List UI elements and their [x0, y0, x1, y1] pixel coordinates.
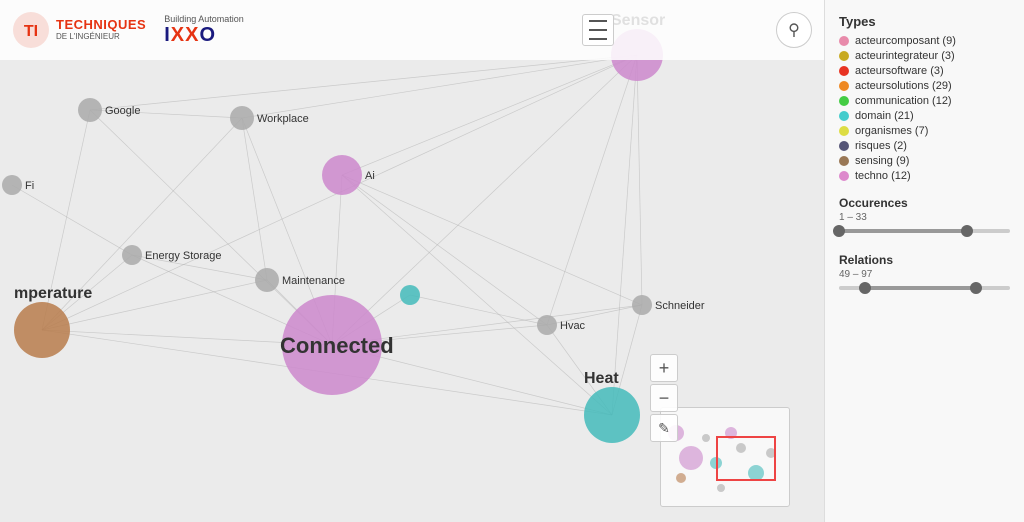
minimap-viewport — [716, 436, 776, 481]
type-dot — [839, 96, 849, 106]
relations-slider-track[interactable] — [839, 286, 1010, 290]
graph-area[interactable]: TI TECHNIQUES DE L'INGÉNIEUR Building Au… — [0, 0, 824, 522]
type-dot — [839, 156, 849, 166]
relations-slider-thumb-right[interactable] — [970, 282, 982, 294]
svg-text:Maintenance: Maintenance — [282, 275, 345, 287]
header: TI TECHNIQUES DE L'INGÉNIEUR Building Au… — [0, 0, 824, 60]
logo-ixxo: Building Automation IXXO — [164, 14, 244, 47]
ixxo-subtitle: Building Automation — [164, 14, 244, 24]
type-dot — [839, 111, 849, 121]
occurences-range: 1 – 33 — [839, 212, 1010, 223]
hamburger-icon — [589, 38, 607, 40]
relations-slider-thumb-left[interactable] — [859, 282, 871, 294]
type-dot — [839, 126, 849, 136]
type-name: acteursoftware (3) — [855, 65, 944, 77]
type-name: risques (2) — [855, 140, 907, 152]
occurences-slider-thumb-left[interactable] — [833, 225, 845, 237]
relations-range: 49 – 97 — [839, 269, 1010, 280]
types-section: Types acteurcomposant (9) acteurintegrate… — [839, 14, 1010, 182]
occurences-title: Occurences — [839, 196, 1010, 210]
types-title: Types — [839, 14, 1010, 29]
relations-section: Relations 49 – 97 — [839, 253, 1010, 296]
minimap — [660, 407, 790, 507]
svg-text:mperature: mperature — [14, 285, 92, 302]
search-button[interactable]: ⚲ — [776, 12, 812, 48]
ixxo-title: IXXO — [164, 24, 216, 47]
ti-subtitle: DE L'INGÉNIEUR — [56, 33, 146, 42]
ti-name: TECHNIQUES — [56, 18, 146, 32]
search-icon: ⚲ — [788, 20, 800, 40]
type-item[interactable]: acteurintegrateur (3) — [839, 50, 1010, 62]
zoom-in-button[interactable]: + — [650, 354, 678, 382]
svg-text:Ai: Ai — [365, 170, 375, 182]
svg-text:Fi: Fi — [25, 180, 34, 192]
svg-text:Schneider: Schneider — [655, 300, 705, 312]
type-name: acteursolutions (29) — [855, 80, 952, 92]
menu-button[interactable] — [582, 14, 614, 46]
type-item[interactable]: acteursoftware (3) — [839, 65, 1010, 77]
type-name: communication (12) — [855, 95, 952, 107]
svg-text:TI: TI — [24, 23, 38, 40]
type-name: domain (21) — [855, 110, 914, 122]
type-dot — [839, 36, 849, 46]
type-name: techno (12) — [855, 170, 911, 182]
type-list: acteurcomposant (9) acteurintegrateur (3)… — [839, 35, 1010, 182]
occurences-slider-track[interactable] — [839, 229, 1010, 233]
svg-text:Heat: Heat — [584, 370, 619, 387]
logo-ti: TI TECHNIQUES DE L'INGÉNIEUR — [12, 11, 146, 49]
svg-text:Hvac: Hvac — [560, 320, 586, 332]
occurences-slider-thumb-right[interactable] — [961, 225, 973, 237]
type-item[interactable]: organismes (7) — [839, 125, 1010, 137]
relations-title: Relations — [839, 253, 1010, 267]
type-name: acteurintegrateur (3) — [855, 50, 955, 62]
type-item[interactable]: communication (12) — [839, 95, 1010, 107]
right-panel: Types acteurcomposant (9) acteurintegrate… — [824, 0, 1024, 522]
type-item[interactable]: techno (12) — [839, 170, 1010, 182]
hamburger-icon — [589, 20, 607, 22]
ti-text: TECHNIQUES DE L'INGÉNIEUR — [56, 18, 146, 41]
svg-text:Energy Storage: Energy Storage — [145, 250, 221, 262]
svg-text:Connected: Connected — [280, 333, 394, 358]
type-dot — [839, 81, 849, 91]
type-item[interactable]: sensing (9) — [839, 155, 1010, 167]
type-name: acteurcomposant (9) — [855, 35, 956, 47]
zoom-controls: + − ✎ — [650, 354, 678, 442]
occurences-section: Occurences 1 – 33 — [839, 196, 1010, 239]
type-dot — [839, 141, 849, 151]
occurences-slider-fill — [839, 229, 967, 233]
type-item[interactable]: acteurcomposant (9) — [839, 35, 1010, 47]
edit-button[interactable]: ✎ — [650, 414, 678, 442]
type-dot — [839, 171, 849, 181]
hamburger-icon — [589, 29, 607, 31]
ti-logo-icon: TI — [12, 11, 50, 49]
relations-slider-fill — [865, 286, 976, 290]
type-item[interactable]: acteursolutions (29) — [839, 80, 1010, 92]
type-item[interactable]: risques (2) — [839, 140, 1010, 152]
type-item[interactable]: domain (21) — [839, 110, 1010, 122]
type-dot — [839, 66, 849, 76]
zoom-out-button[interactable]: − — [650, 384, 678, 412]
svg-text:Google: Google — [105, 105, 140, 117]
svg-text:Workplace: Workplace — [257, 113, 309, 125]
type-name: organismes (7) — [855, 125, 928, 137]
type-dot — [839, 51, 849, 61]
type-name: sensing (9) — [855, 155, 909, 167]
